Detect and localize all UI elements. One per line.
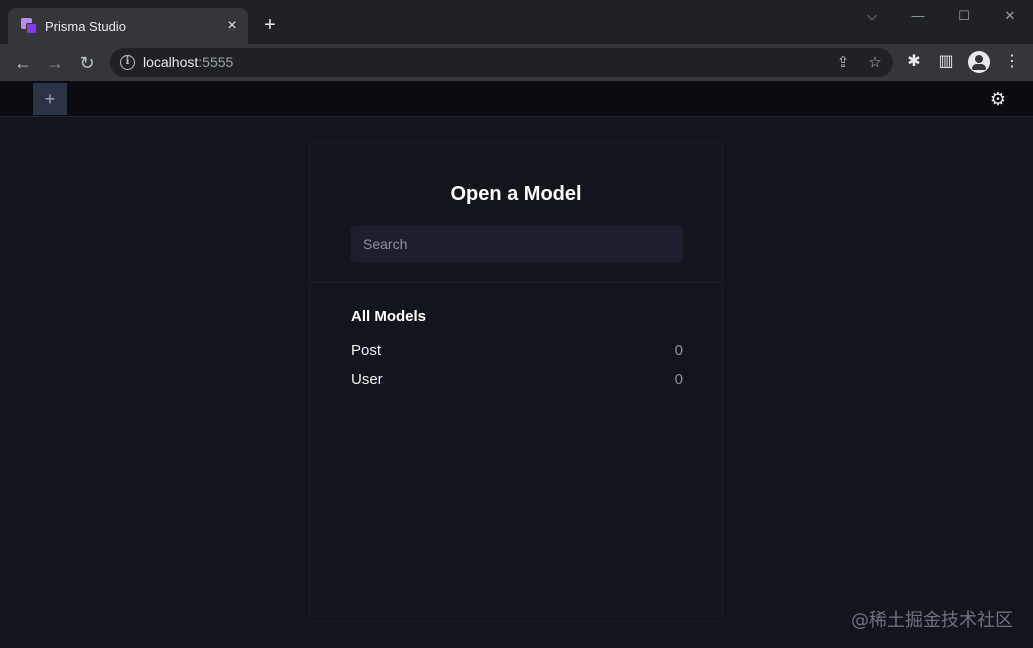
profile-icon[interactable] [968,51,990,73]
prisma-favicon-icon [21,18,38,35]
url-host: localhost [143,54,198,70]
studio-main: Open a Model All Models Post 0 User 0 [0,118,1033,648]
tab-close-icon[interactable]: × [223,17,241,35]
back-button[interactable]: ← [10,50,36,76]
panel-header: Open a Model [310,143,722,283]
open-model-panel: Open a Model All Models Post 0 User 0 [309,142,723,622]
bookmark-star-icon[interactable]: ☆ [864,52,886,74]
tab-title: Prisma Studio [45,19,126,34]
watermark-text: @稀土掘金技术社区 [851,606,1013,632]
maximize-button[interactable]: ☐ [952,6,976,26]
address-bar[interactable]: i localhost:5555 ⇪ ☆ [110,48,893,77]
reload-button[interactable]: ↻ [74,50,100,76]
site-info-icon[interactable]: i [120,55,135,70]
all-models-heading: All Models [351,308,426,325]
model-name: User [351,371,383,388]
model-row-post[interactable]: Post 0 [351,339,683,363]
search-input[interactable] [351,226,683,262]
browser-window: Prisma Studio × + ⌵ — ☐ ✕ ← → ↻ i localh… [0,0,1033,648]
studio-header: + ⚙ [0,81,1033,117]
close-window-button[interactable]: ✕ [998,6,1022,26]
extensions-icon[interactable]: ✱ [902,50,926,74]
tab-search-chevron-icon[interactable]: ⌵ [860,6,884,26]
model-name: Post [351,342,381,359]
panel-title: Open a Model [310,183,722,206]
menu-icon[interactable]: ⋮ [1000,50,1024,74]
url-port: :5555 [198,54,233,70]
minimize-button[interactable]: — [906,6,930,26]
browser-toolbar: ← → ↻ i localhost:5555 ⇪ ☆ ✱ ▥ ⋮ [0,44,1033,81]
model-row-user[interactable]: User 0 [351,368,683,392]
add-tab-button[interactable]: + [33,83,67,115]
model-count: 0 [675,371,683,388]
model-count: 0 [675,342,683,359]
forward-button[interactable]: → [42,50,68,76]
browser-tab[interactable]: Prisma Studio × [8,8,248,44]
side-panel-icon[interactable]: ▥ [934,50,958,74]
new-tab-button[interactable]: + [259,14,281,36]
title-bar: Prisma Studio × + ⌵ — ☐ ✕ [0,0,1033,44]
url-text[interactable]: localhost:5555 [143,54,233,70]
share-icon[interactable]: ⇪ [832,52,854,74]
settings-gear-icon[interactable]: ⚙ [988,89,1008,109]
